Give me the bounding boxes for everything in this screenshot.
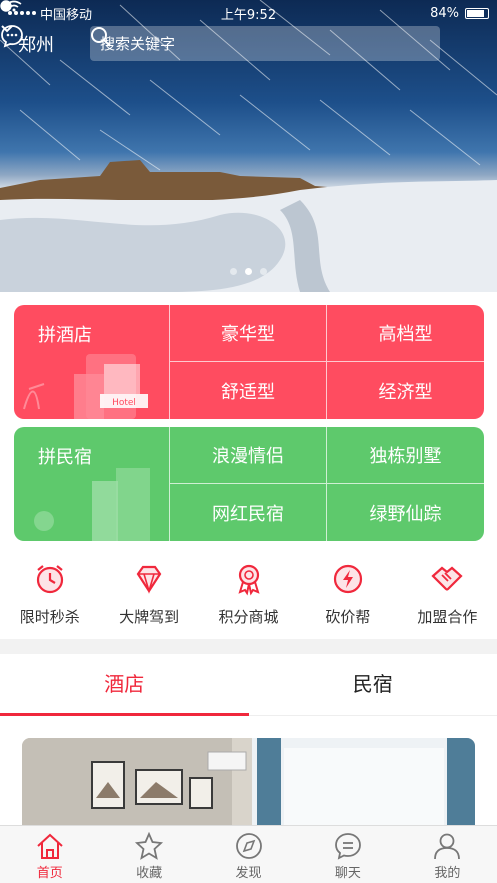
- banner-dot[interactable]: [230, 268, 237, 275]
- bnb-option-romantic[interactable]: 浪漫情侣: [169, 427, 326, 484]
- user-icon: [434, 833, 461, 860]
- quick-link-label: 砍价帮: [325, 608, 371, 626]
- nav-favorites[interactable]: 收藏: [99, 826, 198, 883]
- quick-links: 限时秒杀 大牌驾到 积分商城 砍价帮 加盟合作: [0, 554, 497, 634]
- quick-link-label: 大牌驾到: [119, 608, 180, 626]
- listing-area: [0, 716, 497, 858]
- quick-link-flash-sale[interactable]: 限时秒杀: [0, 554, 99, 634]
- hotel-main-tile[interactable]: 拼酒店 Hotel: [14, 305, 169, 419]
- hotel-block: 拼酒店 Hotel 豪华型 高档型 舒适型 经济型: [14, 305, 484, 419]
- search-icon: [91, 27, 111, 47]
- hero-banner[interactable]: 中国移动 上午9:52 84% 郑州 搜索关键字: [0, 0, 497, 292]
- banner-pagination: [0, 268, 497, 275]
- status-bar: 中国移动 上午9:52 84%: [0, 0, 497, 26]
- chat-icon: [335, 833, 361, 860]
- nav-label: 发现: [235, 866, 262, 881]
- nav-label: 首页: [36, 866, 63, 881]
- nav-label: 我的: [434, 866, 461, 881]
- banner-dot[interactable]: [260, 268, 267, 275]
- top-bar: 郑州 搜索关键字: [0, 24, 497, 64]
- star-icon: [135, 832, 164, 860]
- medal-icon: [232, 562, 266, 596]
- alarm-icon: [1, 1, 11, 11]
- listing-tabs: 酒店 民宿: [0, 654, 497, 716]
- hotel-option-luxury[interactable]: 豪华型: [169, 305, 326, 362]
- nav-label: 收藏: [136, 866, 163, 881]
- quick-link-label: 加盟合作: [417, 608, 478, 626]
- lightning-icon: [331, 562, 365, 596]
- quick-link-franchise[interactable]: 加盟合作: [398, 554, 497, 634]
- nav-chat[interactable]: 聊天: [298, 826, 397, 883]
- bottom-nav: 首页 收藏 发现 聊天 我的: [0, 825, 497, 883]
- quick-link-label: 积分商城: [218, 608, 279, 626]
- quick-link-label: 限时秒杀: [19, 608, 80, 626]
- diamond-icon: [132, 562, 166, 596]
- bnb-block: 拼民宿 浪漫情侣 独栋别墅 网红民宿 绿野仙踪: [14, 427, 484, 541]
- nav-home[interactable]: 首页: [0, 826, 99, 883]
- handshake-icon: [430, 562, 464, 596]
- bnb-option-nature[interactable]: 绿野仙踪: [326, 484, 484, 541]
- tab-bnb[interactable]: 民宿: [249, 654, 497, 715]
- hotel-option-comfort[interactable]: 舒适型: [169, 362, 326, 419]
- bnb-main-tile[interactable]: 拼民宿: [14, 427, 169, 541]
- compass-icon: [235, 833, 262, 859]
- bnb-building-icon: [34, 468, 150, 541]
- quick-link-bargain[interactable]: 砍价帮: [298, 554, 397, 634]
- battery-icon: [465, 7, 489, 19]
- category-panel: 拼酒店 Hotel 豪华型 高档型 舒适型 经济型 拼民宿 浪漫情侣 独栋别墅 …: [0, 292, 497, 639]
- nav-profile[interactable]: 我的: [398, 826, 497, 883]
- nav-label: 聊天: [334, 866, 361, 881]
- app-screen: 中国移动 上午9:52 84% 郑州 搜索关键字 拼酒店 Hotel 豪华型 高…: [0, 0, 497, 883]
- hotel-option-premium[interactable]: 高档型: [326, 305, 484, 362]
- bnb-option-trendy[interactable]: 网红民宿: [169, 484, 326, 541]
- alarm-clock-icon: [33, 562, 67, 596]
- hotel-option-economy[interactable]: 经济型: [326, 362, 484, 419]
- hotel-sign-icon: Hotel: [100, 364, 148, 408]
- bnb-option-villa[interactable]: 独栋别墅: [326, 427, 484, 484]
- banner-dot-active[interactable]: [245, 268, 252, 275]
- search-input[interactable]: 搜索关键字: [90, 26, 440, 61]
- status-time: 上午9:52: [220, 7, 277, 23]
- nav-discover[interactable]: 发现: [199, 826, 298, 883]
- quick-link-brands[interactable]: 大牌驾到: [99, 554, 198, 634]
- quick-link-points-mall[interactable]: 积分商城: [199, 554, 298, 634]
- tab-hotel[interactable]: 酒店: [0, 654, 249, 716]
- message-icon[interactable]: [0, 24, 24, 48]
- hotel-sign-text: Hotel: [112, 398, 136, 408]
- home-icon: [37, 833, 63, 859]
